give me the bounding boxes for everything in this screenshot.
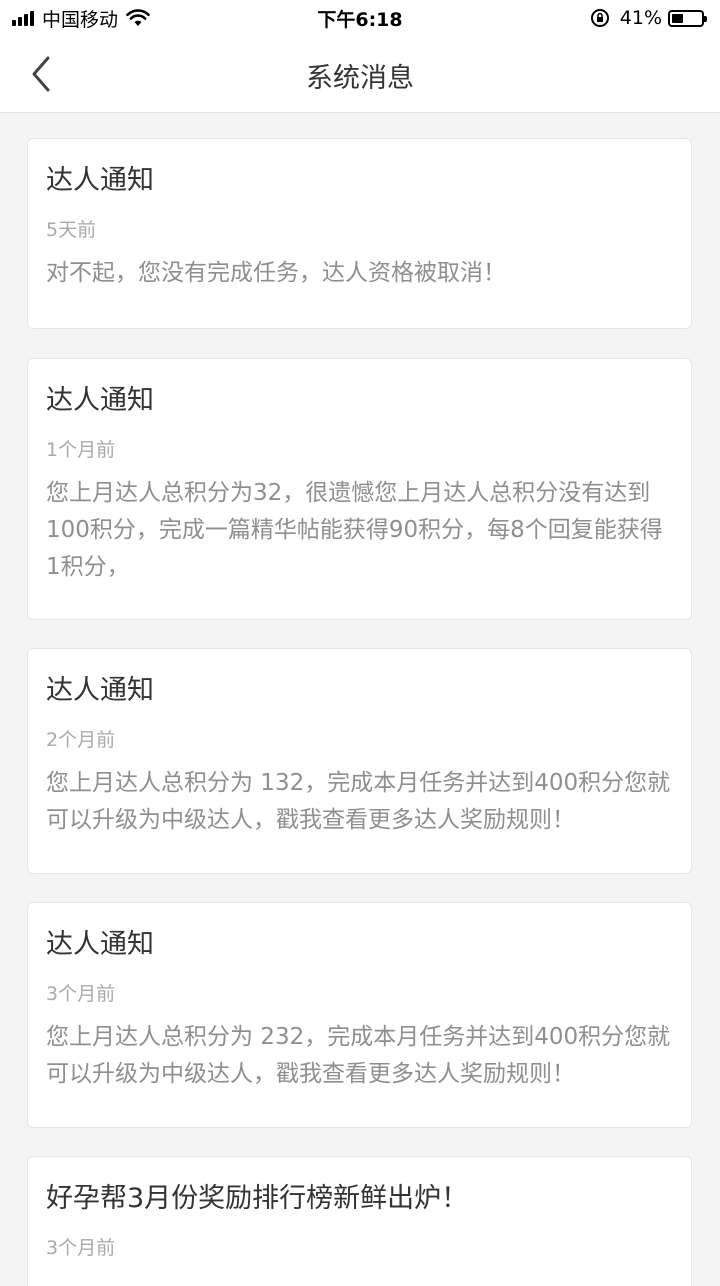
message-time: 3个月前 bbox=[46, 1237, 116, 1259]
message-title: 达人通知 bbox=[46, 165, 154, 196]
message-title: 达人通知 bbox=[46, 929, 154, 960]
message-card[interactable]: 达人通知 3个月前 您上月达人总积分为 232，完成本月任务并达到400积分您就… bbox=[27, 902, 692, 1128]
message-body: 您上月达人总积分为 132，完成本月任务并达到400积分您就可以升级为中级达人，… bbox=[46, 770, 671, 833]
battery-fill bbox=[672, 13, 684, 23]
message-time: 1个月前 bbox=[46, 439, 116, 461]
battery-icon bbox=[668, 9, 707, 27]
message-time: 2个月前 bbox=[46, 729, 116, 751]
message-title: 达人通知 bbox=[46, 385, 154, 416]
message-body: 您上月达人总积分为32，很遗憾您上月达人总积分没有达到100积分，完成一篇精华帖… bbox=[46, 480, 663, 580]
message-time: 3个月前 bbox=[46, 983, 116, 1005]
message-body: 对不起，您没有完成任务，达人资格被取消！ bbox=[46, 260, 506, 286]
status-bar-right: 41% bbox=[590, 6, 707, 30]
status-bar: 中国移动 下午6:18 41% bbox=[0, 0, 720, 36]
message-card[interactable]: 达人通知 5天前 对不起，您没有完成任务，达人资格被取消！ bbox=[27, 138, 692, 329]
navigation-bar: 系统消息 bbox=[0, 36, 720, 113]
message-card[interactable]: 达人通知 2个月前 您上月达人总积分为 132，完成本月任务并达到400积分您就… bbox=[27, 648, 692, 874]
message-card[interactable]: 达人通知 1个月前 您上月达人总积分为32，很遗憾您上月达人总积分没有达到100… bbox=[27, 358, 692, 620]
message-title: 好孕帮3月份奖励排行榜新鲜出炉！ bbox=[46, 1183, 469, 1214]
battery-percent: 41% bbox=[619, 7, 662, 29]
rotation-lock-icon bbox=[590, 9, 609, 27]
page-title: 系统消息 bbox=[306, 63, 414, 94]
message-time: 5天前 bbox=[46, 219, 97, 241]
message-title: 达人通知 bbox=[46, 675, 154, 706]
message-body: 您上月达人总积分为 232，完成本月任务并达到400积分您就可以升级为中级达人，… bbox=[46, 1024, 671, 1087]
message-card[interactable]: 好孕帮3月份奖励排行榜新鲜出炉！ 3个月前 bbox=[27, 1156, 692, 1286]
